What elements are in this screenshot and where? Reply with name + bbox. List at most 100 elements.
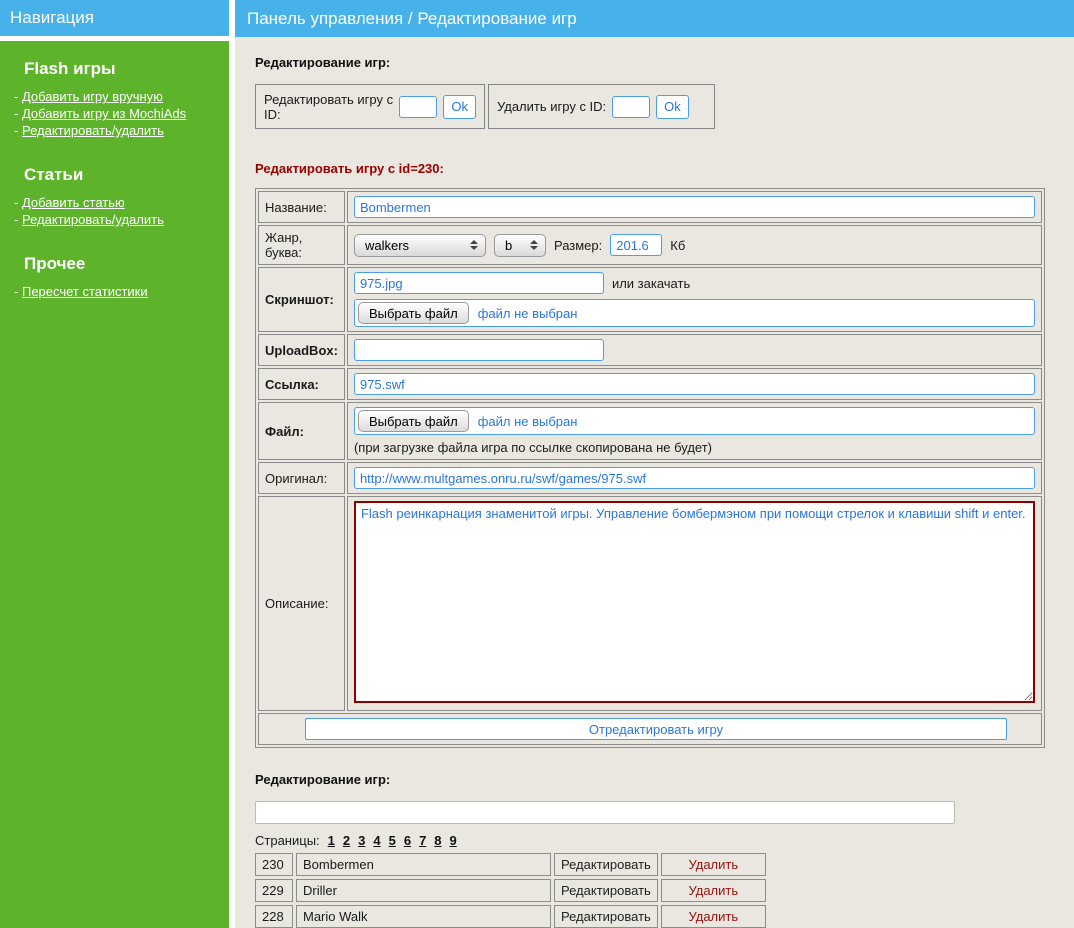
select-updown-arrows-icon (470, 240, 478, 250)
game-file-field[interactable]: Выбрать файл файл не выбран (354, 407, 1035, 435)
form-row-description: Описание: Flash реинкарнация знаменитой … (258, 496, 1042, 711)
nav-section-flash-games: Flash игры - Добавить игру вручную - Доб… (14, 59, 219, 139)
link-bullet: - (14, 212, 18, 227)
screenshot-input[interactable] (354, 272, 604, 294)
form-row-file: Файл: Выбрать файл файл не выбран (при з… (258, 402, 1042, 460)
uploadbox-input[interactable] (354, 339, 604, 361)
name-label: Название: (258, 191, 345, 223)
nav-item: - Редактировать/удалить (14, 122, 219, 139)
game-choose-file-button[interactable]: Выбрать файл (358, 410, 469, 432)
edit-by-id-box: Редактировать игру с ID: Ok (255, 84, 485, 129)
nav-heading-misc: Прочее (24, 254, 219, 274)
delete-id-input[interactable] (612, 96, 650, 118)
sidebar-link-recalc-stats[interactable]: Пересчет статистики (22, 284, 148, 299)
table-row: 229 Driller Редактировать Удалить (255, 879, 766, 902)
size-unit: Кб (670, 238, 685, 253)
delete-id-ok-button[interactable]: Ok (656, 95, 689, 119)
original-url-input[interactable] (354, 467, 1035, 489)
sidebar-link-edit-delete-articles[interactable]: Редактировать/удалить (22, 212, 164, 227)
edit-game-link[interactable]: Редактировать (554, 853, 658, 876)
games-table: 230 Bombermen Редактировать Удалить 229 … (252, 850, 769, 928)
nav-heading-articles: Статьи (24, 165, 219, 185)
edit-game-link[interactable]: Редактировать (554, 879, 658, 902)
form-row-name: Название: (258, 191, 1042, 223)
sidebar-link-add-article[interactable]: Добавить статью (22, 195, 125, 210)
name-input[interactable] (354, 196, 1035, 218)
game-id: 230 (255, 853, 293, 876)
game-name: Mario Walk (296, 905, 551, 928)
page-link-7[interactable]: 7 (419, 833, 426, 848)
edit-game-link[interactable]: Редактировать (554, 905, 658, 928)
link-bullet: - (14, 106, 18, 121)
link-bullet: - (14, 89, 18, 104)
page-link-1[interactable]: 1 (328, 833, 335, 848)
edit-game-form: Название: Жанр, буква: walkers b (255, 188, 1045, 748)
screenshot-label: Скриншот: (258, 267, 345, 332)
page-link-3[interactable]: 3 (358, 833, 365, 848)
submit-edit-game-button[interactable]: Отредактировать игру (305, 718, 1007, 740)
link-bullet: - (14, 284, 18, 299)
quick-actions-row: Редактировать игру с ID: Ok Удалить игру… (255, 84, 1054, 129)
edit-id-input[interactable] (399, 96, 437, 118)
nav-item: - Добавить статью (14, 194, 219, 211)
sidebar: Навигация Flash игры - Добавить игру вру… (0, 0, 229, 928)
sidebar-nav: Flash игры - Добавить игру вручную - Доб… (0, 41, 229, 928)
pages-label: Страницы: (255, 833, 320, 848)
nav-item: - Добавить игру из MochiAds (14, 105, 219, 122)
description-textarea[interactable]: Flash реинкарнация знаменитой игры. Упра… (354, 501, 1035, 703)
page-link-9[interactable]: 9 (450, 833, 457, 848)
screenshot-choose-file-button[interactable]: Выбрать файл (358, 302, 469, 324)
screenshot-file-status: файл не выбран (478, 306, 578, 321)
content-area: Редактирование игр: Редактировать игру с… (235, 37, 1074, 928)
nav-section-articles: Статьи - Добавить статью - Редактировать… (14, 165, 219, 228)
sidebar-title: Навигация (0, 0, 229, 36)
games-search-input[interactable] (255, 801, 955, 824)
genre-select-value: walkers (365, 238, 409, 253)
game-name: Bombermen (296, 853, 551, 876)
sidebar-link-add-game-mochiads[interactable]: Добавить игру из MochiAds (22, 106, 186, 121)
app-window: Навигация Flash игры - Добавить игру вру… (0, 0, 1074, 928)
game-id: 228 (255, 905, 293, 928)
delete-game-link[interactable]: Удалить (661, 853, 766, 876)
link-bullet: - (14, 123, 18, 138)
select-updown-arrows-icon (530, 240, 538, 250)
screenshot-file-field[interactable]: Выбрать файл файл не выбран (354, 299, 1035, 327)
page-link-4[interactable]: 4 (373, 833, 380, 848)
games-list-heading: Редактирование игр: (255, 772, 1054, 787)
delete-by-id-box: Удалить игру с ID: Ok (488, 84, 715, 129)
letter-select[interactable]: b (494, 234, 546, 257)
nav-item: - Пересчет статистики (14, 283, 219, 300)
edit-by-id-label: Редактировать игру с ID: (264, 92, 393, 122)
size-input[interactable] (610, 234, 662, 256)
genre-select[interactable]: walkers (354, 234, 486, 257)
page-link-6[interactable]: 6 (404, 833, 411, 848)
nav-heading-flash-games: Flash игры (24, 59, 219, 79)
file-label: Файл: (258, 402, 345, 460)
uploadbox-label: UploadBox: (258, 334, 345, 366)
table-row: 230 Bombermen Редактировать Удалить (255, 853, 766, 876)
delete-game-link[interactable]: Удалить (661, 879, 766, 902)
size-label: Размер: (554, 238, 602, 253)
link-label: Ссылка: (258, 368, 345, 400)
edit-game-heading: Редактировать игру с id=230: (255, 161, 1054, 176)
form-row-link: Ссылка: (258, 368, 1042, 400)
form-row-genre: Жанр, буква: walkers b Размер: (258, 225, 1042, 265)
form-row-submit: Отредактировать игру (258, 713, 1042, 745)
description-label: Описание: (258, 496, 345, 711)
page-link-2[interactable]: 2 (343, 833, 350, 848)
nav-item: - Редактировать/удалить (14, 211, 219, 228)
page-title: Панель управления / Редактирование игр (235, 0, 1074, 37)
sidebar-link-add-game-manual[interactable]: Добавить игру вручную (22, 89, 163, 104)
letter-select-value: b (505, 238, 512, 253)
game-file-status: файл не выбран (478, 414, 578, 429)
sidebar-link-edit-delete-games[interactable]: Редактировать/удалить (22, 123, 164, 138)
link-input[interactable] (354, 373, 1035, 395)
nav-section-misc: Прочее - Пересчет статистики (14, 254, 219, 300)
edit-id-ok-button[interactable]: Ok (443, 95, 476, 119)
link-bullet: - (14, 195, 18, 210)
delete-by-id-label: Удалить игру с ID: (497, 99, 606, 114)
page-link-8[interactable]: 8 (434, 833, 441, 848)
genre-label: Жанр, буква: (258, 225, 345, 265)
page-link-5[interactable]: 5 (389, 833, 396, 848)
delete-game-link[interactable]: Удалить (661, 905, 766, 928)
